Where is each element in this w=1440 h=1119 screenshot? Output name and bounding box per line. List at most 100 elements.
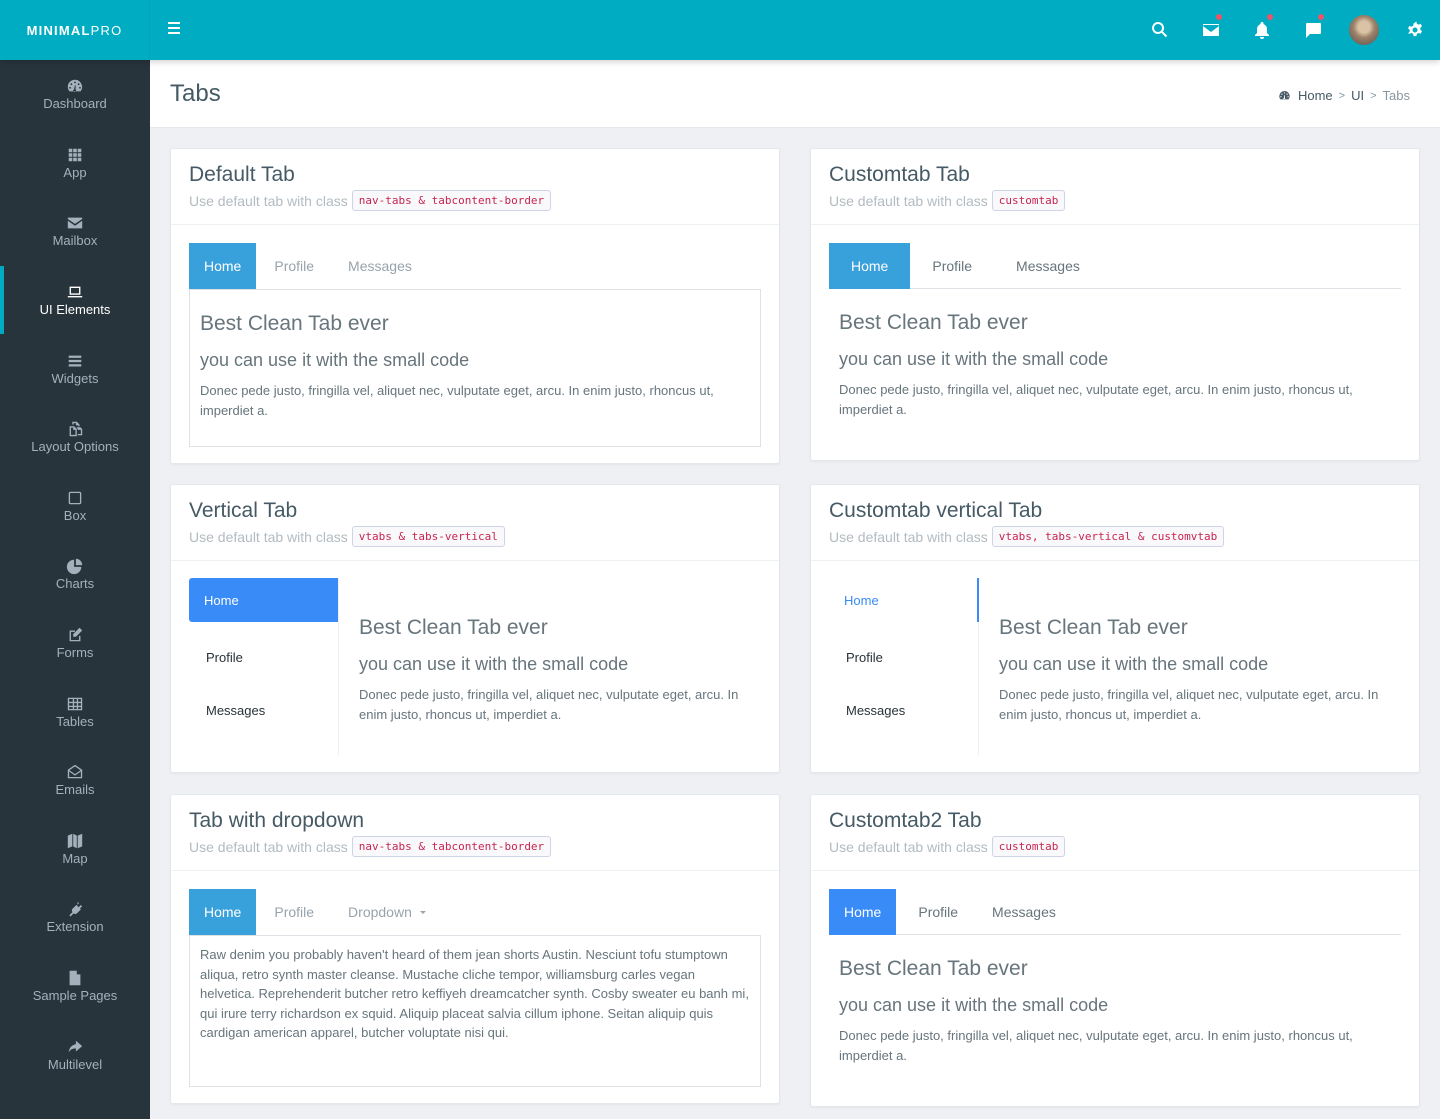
tab-content: Raw denim you probably haven't heard of … [189, 935, 761, 1087]
pane-subheading: you can use it with the small code [999, 654, 1269, 674]
customtab2-box: Customtab2 Tab Use default tab with clas… [810, 794, 1420, 1107]
tab-profile[interactable]: Profile [829, 631, 978, 684]
box-subtitle: Use default tab with class vtabs & tabs-v… [189, 526, 761, 547]
sidebar-item-forms[interactable]: Forms [0, 609, 150, 678]
tab-messages[interactable]: Messages [980, 889, 1068, 935]
sidebar-item-tables[interactable]: Tables [0, 677, 150, 746]
pane-subheading: you can use it with the small code [839, 995, 1109, 1015]
breadcrumb-ui[interactable]: UI [1351, 88, 1364, 103]
breadcrumb-home[interactable]: Home [1298, 88, 1333, 103]
brand-logo[interactable]: MINIMAL PRO [0, 0, 150, 60]
mail-notification-dot [1216, 14, 1222, 20]
tab-profile[interactable]: Profile [896, 889, 980, 935]
dropdown-tab-box: Tab with dropdown Use default tab with c… [170, 794, 780, 1104]
class-code: vtabs, tabs-vertical & customvtab [991, 526, 1225, 547]
sidebar-item-emails[interactable]: Emails [0, 746, 150, 815]
tab-messages[interactable]: Messages [332, 243, 428, 289]
sidebar-item-label: Tables [56, 713, 94, 729]
envelope-open-icon [67, 765, 83, 779]
sidebar-item-mailbox[interactable]: Mailbox [0, 197, 150, 266]
tab-home[interactable]: Home [189, 889, 257, 935]
bell-icon [1254, 22, 1269, 39]
box-title: Default Tab [189, 163, 295, 186]
pane-text: Donec pede justo, fringilla vel, aliquet… [200, 383, 714, 418]
pane-text: Donec pede justo, fringilla vel, aliquet… [839, 382, 1353, 417]
sidebar-item-label: Box [63, 507, 87, 523]
sidebar-item-label: Multilevel [47, 1056, 103, 1072]
sidebar-item-dashboard[interactable]: Dashboard [0, 60, 150, 129]
tab-home[interactable]: Home [189, 578, 338, 622]
search-icon [1151, 21, 1167, 38]
sidebar-item-app[interactable]: App [0, 129, 150, 198]
customtab-box: Customtab Tab Use default tab with class… [810, 148, 1420, 461]
tab-home[interactable]: Home [829, 243, 911, 289]
laptop-icon [67, 286, 83, 298]
box-title: Vertical Tab [189, 499, 298, 522]
sidebar-item-label: Layout Options [31, 439, 119, 455]
breadcrumb: Home > UI > Tabs [1278, 88, 1410, 103]
edit-icon [69, 627, 83, 642]
menu-toggle-icon[interactable] [168, 22, 184, 38]
grid-icon [68, 148, 82, 162]
settings-button[interactable] [1389, 0, 1440, 60]
tab-messages[interactable]: Messages [829, 684, 978, 737]
mail-button[interactable] [1185, 0, 1236, 60]
tab-profile[interactable]: Profile [189, 631, 338, 684]
pane-subheading: you can use it with the small code [200, 350, 470, 370]
sidebar-item-label: Extension [46, 919, 104, 935]
sidebar-item-charts[interactable]: Charts [0, 540, 150, 609]
box-subtitle: Use default tab with class nav-tabs & tab… [189, 836, 761, 857]
sidebar-item-label: UI Elements [39, 302, 111, 318]
box-title: Customtab Tab [829, 163, 970, 186]
tab-content: Best Clean Tab ever you can use it with … [339, 578, 761, 755]
sidebar-item-extension[interactable]: Extension [0, 883, 150, 952]
sidebar-item-multilevel[interactable]: Multilevel [0, 1020, 150, 1089]
tab-home[interactable]: Home [829, 889, 897, 935]
default-tab-box: Default Tab Use default tab with class na… [170, 148, 780, 464]
sidebar: Dashboard App Mailbox UI Elements Widgets Lay… [0, 60, 150, 1119]
caret-down-icon [419, 910, 426, 914]
pane-heading: Best Clean Tab ever [999, 616, 1188, 639]
tab-profile[interactable]: Profile [256, 243, 332, 289]
sidebar-item-map[interactable]: Map [0, 815, 150, 884]
box-subtitle: Use default tab with class customtab [829, 836, 1401, 857]
tab-profile[interactable]: Profile [256, 889, 332, 935]
dashboard-icon [67, 79, 83, 93]
sidebar-item-label: Forms [56, 645, 94, 661]
brand-light: PRO [90, 22, 123, 38]
sidebar-item-layout-options[interactable]: Layout Options [0, 403, 150, 472]
chat-icon [1305, 23, 1321, 38]
tab-home[interactable]: Home [189, 243, 257, 289]
brand-bold: MINIMAL [26, 22, 91, 38]
tab-content: Best Clean Tab ever you can use it with … [829, 289, 1401, 440]
bell-notification-dot [1267, 14, 1273, 20]
user-menu-button[interactable] [1338, 0, 1389, 60]
top-header: MINIMAL PRO [0, 0, 1440, 60]
sidebar-item-label: Map [62, 850, 88, 866]
tab-messages[interactable]: Messages [189, 684, 338, 737]
pane-heading: Best Clean Tab ever [839, 311, 1028, 334]
sidebar-item-label: Emails [55, 782, 95, 798]
tab-messages[interactable]: Messages [994, 243, 1102, 289]
sidebar-item-widgets[interactable]: Widgets [0, 334, 150, 403]
class-code: nav-tabs & tabcontent-border [351, 190, 552, 211]
customtab-vertical-box: Customtab vertical Tab Use default tab w… [810, 484, 1420, 773]
pane-text: Raw denim you probably haven't heard of … [200, 947, 749, 1040]
tab-profile[interactable]: Profile [910, 243, 994, 289]
notifications-button[interactable] [1236, 0, 1287, 60]
sidebar-item-box[interactable]: Box [0, 472, 150, 541]
sidebar-item-label: Mailbox [52, 233, 98, 249]
sidebar-item-sample-pages[interactable]: Sample Pages [0, 952, 150, 1021]
table-icon [67, 697, 83, 710]
class-code: customtab [991, 836, 1066, 857]
breadcrumb-current: Tabs [1382, 88, 1410, 103]
box-subtitle: Use default tab with class vtabs, tabs-ve… [829, 526, 1401, 547]
tab-home[interactable]: Home [829, 578, 979, 622]
dashboard-icon [1279, 90, 1290, 100]
tab-dropdown[interactable]: Dropdown [332, 889, 442, 935]
sidebar-item-ui-elements[interactable]: UI Elements [0, 265, 150, 335]
pane-text: Donec pede justo, fringilla vel, aliquet… [999, 687, 1379, 722]
search-button[interactable] [1134, 0, 1185, 60]
chat-button[interactable] [1287, 0, 1338, 60]
box-subtitle: Use default tab with class customtab [829, 190, 1401, 211]
